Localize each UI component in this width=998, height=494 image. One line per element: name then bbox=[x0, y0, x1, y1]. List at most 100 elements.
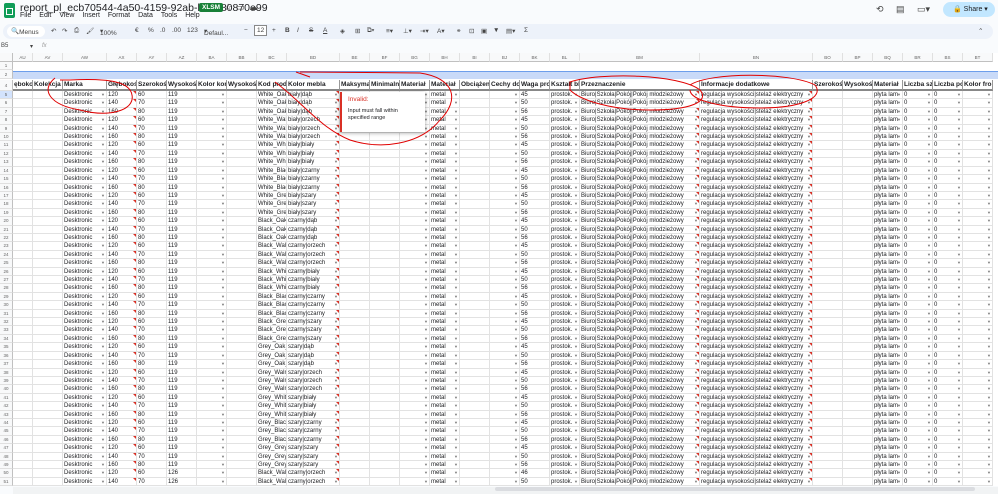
table-cell[interactable]: 50 bbox=[520, 402, 550, 411]
dropdown-arrow-icon[interactable]: ▼ bbox=[927, 116, 931, 123]
table-cell[interactable]: 120 bbox=[107, 116, 137, 125]
table-cell[interactable]: ▼ bbox=[490, 343, 520, 352]
spreadsheet-grid[interactable]: AU AV AW AX AY AZ BA BB BC BD BE BF BG BH BI BJ BK BL BM BN… bbox=[0, 53, 998, 486]
dropdown-arrow-icon[interactable]: ▼ bbox=[514, 133, 518, 140]
table-cell[interactable] bbox=[340, 376, 370, 386]
table-cell[interactable]: 0 ▼ bbox=[903, 461, 933, 470]
dropdown-arrow-icon[interactable]: ▼ bbox=[987, 242, 991, 249]
table-cell[interactable]: 70 bbox=[137, 351, 167, 361]
table-cell[interactable] bbox=[340, 284, 370, 293]
table-cell[interactable]: Black_Whit bbox=[257, 267, 287, 277]
table-cell[interactable] bbox=[33, 284, 63, 293]
table-cell[interactable]: 119 bbox=[167, 368, 197, 377]
table-cell[interactable]: 0 ▼ bbox=[903, 116, 933, 125]
table-cell[interactable]: metal ▼ bbox=[430, 259, 460, 268]
align-icon[interactable]: ≡▾ bbox=[386, 27, 393, 35]
dropdown-arrow-icon[interactable]: ▼ bbox=[897, 167, 901, 174]
table-cell[interactable]: biały|szary ▼ bbox=[287, 208, 340, 218]
history-icon[interactable]: ⟲ bbox=[876, 4, 884, 15]
table-cell[interactable]: 0 ▼ bbox=[933, 360, 963, 369]
dropdown-arrow-icon[interactable]: ▼ bbox=[424, 150, 428, 157]
table-cell[interactable]: Desktronic ▼ bbox=[63, 343, 107, 352]
table-cell[interactable] bbox=[370, 326, 400, 335]
table-cell[interactable]: płyta lam ▼ bbox=[873, 133, 903, 142]
table-cell[interactable]: prostok. ▼ bbox=[550, 250, 580, 260]
table-cell[interactable]: prostok. ▼ bbox=[550, 200, 580, 209]
table-cell[interactable] bbox=[13, 267, 33, 277]
dropdown-arrow-icon[interactable]: ▼ bbox=[514, 352, 518, 359]
dropdown-arrow-icon[interactable]: ▼ bbox=[574, 158, 578, 165]
table-cell[interactable] bbox=[813, 410, 843, 419]
table-cell[interactable] bbox=[843, 200, 873, 209]
table-cell[interactable]: regulacja wysokości|stelaż elektryczny ▼ bbox=[700, 107, 813, 117]
dropdown-arrow-icon[interactable]: ▼ bbox=[987, 184, 991, 191]
table-cell[interactable]: 50 bbox=[520, 376, 550, 386]
column-header-av[interactable]: AV bbox=[33, 53, 63, 62]
table-cell[interactable]: Black_Waln bbox=[257, 477, 287, 486]
table-cell[interactable]: metal ▼ bbox=[430, 368, 460, 377]
column-header-ay[interactable]: AY bbox=[137, 53, 167, 62]
dropdown-arrow-icon[interactable]: ▼ bbox=[221, 352, 225, 359]
column-title[interactable]: ębokoś bbox=[13, 80, 33, 91]
dropdown-arrow-icon[interactable]: ▼ bbox=[424, 192, 428, 199]
table-cell[interactable]: Biuro|Szkoła|Pokój|Pokój młodzieżowy ▼ bbox=[580, 385, 700, 394]
table-cell[interactable]: 50 bbox=[520, 149, 550, 159]
table-cell[interactable] bbox=[13, 250, 33, 260]
table-cell[interactable]: 45 bbox=[520, 191, 550, 201]
table-cell[interactable] bbox=[227, 469, 257, 478]
dropdown-arrow-icon[interactable]: ▼ bbox=[424, 310, 428, 317]
dropdown-arrow-icon[interactable]: ▼ bbox=[221, 326, 225, 333]
more-formats-button[interactable]: 123 bbox=[187, 27, 198, 34]
font-size-input[interactable]: 12 bbox=[254, 25, 268, 36]
table-cell[interactable]: płyta lam ▼ bbox=[873, 461, 903, 470]
table-cell[interactable]: 0 ▼ bbox=[903, 225, 933, 234]
table-cell[interactable]: metal ▼ bbox=[430, 276, 460, 285]
table-cell[interactable]: Desktronic ▼ bbox=[63, 208, 107, 218]
table-cell[interactable] bbox=[843, 452, 873, 462]
row-header[interactable]: 15 bbox=[0, 175, 13, 184]
table-cell[interactable]: 60 bbox=[137, 469, 167, 478]
table-cell[interactable]: Desktronic ▼ bbox=[63, 158, 107, 167]
table-cell[interactable]: 0 ▼ bbox=[933, 469, 963, 478]
table-cell[interactable]: 0 ▼ bbox=[933, 141, 963, 150]
table-cell[interactable]: ▼ bbox=[490, 334, 520, 344]
table-cell[interactable]: Biuro|Szkoła|Pokój|Pokój młodzieżowy ▼ bbox=[580, 360, 700, 369]
dropdown-arrow-icon[interactable]: ▼ bbox=[514, 326, 518, 333]
table-cell[interactable] bbox=[843, 116, 873, 125]
column-title[interactable]: Informacje dodatkowe bbox=[700, 80, 813, 91]
table-cell[interactable] bbox=[33, 435, 63, 445]
column-header-br[interactable]: BR bbox=[903, 53, 933, 62]
table-cell[interactable] bbox=[33, 107, 63, 117]
table-cell[interactable]: Desktronic ▼ bbox=[63, 259, 107, 268]
table-cell[interactable]: Biuro|Szkoła|Pokój|Pokój młodzieżowy ▼ bbox=[580, 326, 700, 335]
table-cell[interactable]: 0 ▼ bbox=[903, 99, 933, 108]
table-cell[interactable] bbox=[13, 301, 33, 310]
comments-icon[interactable]: ▤ bbox=[896, 4, 905, 15]
row-header[interactable]: 23 bbox=[0, 242, 13, 251]
table-cell[interactable] bbox=[370, 141, 400, 150]
dropdown-arrow-icon[interactable]: ▼ bbox=[514, 150, 518, 157]
table-cell[interactable]: Desktronic ▼ bbox=[63, 217, 107, 226]
dropdown-arrow-icon[interactable]: ▼ bbox=[424, 411, 428, 418]
table-cell[interactable]: metal ▼ bbox=[430, 301, 460, 310]
dropdown-arrow-icon[interactable]: ▼ bbox=[574, 436, 578, 443]
table-cell[interactable] bbox=[813, 444, 843, 453]
table-cell[interactable]: 140 bbox=[107, 124, 137, 134]
table-cell[interactable] bbox=[370, 166, 400, 176]
table-cell[interactable]: 0 ▼ bbox=[933, 351, 963, 361]
table-cell[interactable] bbox=[843, 376, 873, 386]
dropdown-arrow-icon[interactable]: ▼ bbox=[221, 125, 225, 132]
table-cell[interactable]: 0 ▼ bbox=[933, 116, 963, 125]
dropdown-arrow-icon[interactable]: ▼ bbox=[424, 427, 428, 434]
dropdown-arrow-icon[interactable]: ▼ bbox=[514, 310, 518, 317]
table-cell[interactable] bbox=[340, 242, 370, 251]
table-cell[interactable]: 160 bbox=[107, 385, 137, 394]
table-cell[interactable] bbox=[33, 233, 63, 243]
column-header-bj[interactable]: BJ bbox=[490, 53, 520, 62]
table-cell[interactable]: White_Wal bbox=[257, 116, 287, 125]
table-cell[interactable]: 0 ▼ bbox=[903, 267, 933, 277]
table-cell[interactable]: płyta lam ▼ bbox=[873, 402, 903, 411]
dropdown-arrow-icon[interactable]: ▼ bbox=[101, 259, 105, 266]
table-cell[interactable]: biały|orzech ▼ bbox=[287, 124, 340, 134]
table-cell[interactable]: prostok. ▼ bbox=[550, 385, 580, 394]
